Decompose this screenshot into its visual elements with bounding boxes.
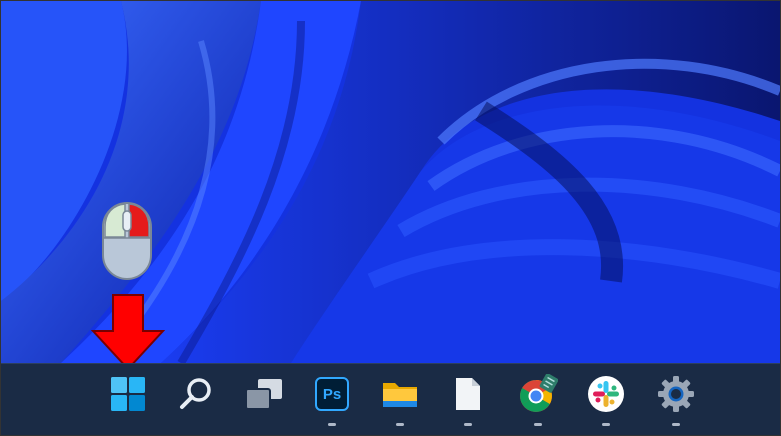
photoshop-label: Ps: [322, 385, 342, 403]
taskbar: Ps: [1, 363, 780, 435]
mouse-left-click-icon: [101, 201, 153, 281]
task-view-icon: [244, 374, 284, 414]
taskbar-notepad-button[interactable]: [443, 374, 493, 426]
running-indicator: [602, 423, 610, 426]
search-icon: [176, 374, 216, 414]
taskbar-search-button[interactable]: [171, 374, 221, 426]
taskbar-start-button[interactable]: [103, 374, 153, 426]
red-down-arrow-icon: [90, 293, 166, 371]
photoshop-icon: Ps: [312, 374, 352, 414]
running-indicator: [464, 423, 472, 426]
taskbar-chrome-button[interactable]: [513, 374, 563, 426]
slack-icon: [586, 374, 626, 414]
taskbar-settings-button[interactable]: [651, 374, 701, 426]
running-indicator: [534, 423, 542, 426]
taskbar-photoshop-button[interactable]: Ps: [307, 374, 357, 426]
running-indicator: [396, 423, 404, 426]
screenshot-frame: Ps: [0, 0, 781, 436]
chrome-icon: [518, 374, 558, 414]
folder-icon: [380, 374, 420, 414]
document-icon: [448, 374, 488, 414]
taskbar-task-view-button[interactable]: [239, 374, 289, 426]
running-indicator: [328, 423, 336, 426]
taskbar-slack-button[interactable]: [581, 374, 631, 426]
gear-icon: [656, 374, 696, 414]
running-indicator: [672, 423, 680, 426]
windows-logo-icon: [108, 374, 148, 414]
taskbar-file-explorer-button[interactable]: [375, 374, 425, 426]
